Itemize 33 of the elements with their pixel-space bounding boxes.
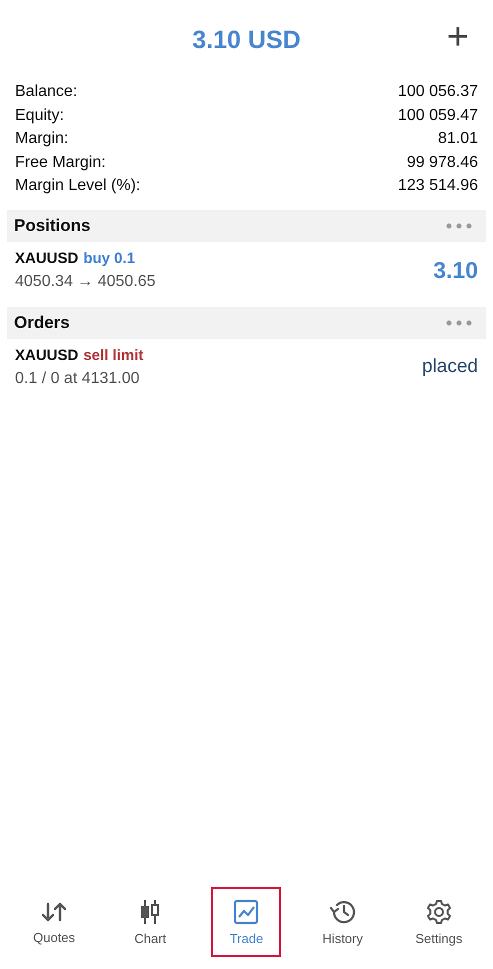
- tab[interactable]: Chart: [115, 887, 186, 957]
- section-title: Positions: [14, 216, 91, 236]
- summary-value: 81.01: [438, 129, 478, 149]
- order-status: placed: [422, 356, 478, 378]
- trade-type: buy 0.1: [83, 250, 136, 266]
- symbol: XAUUSD: [15, 250, 78, 266]
- profit-total: 3.10 USD: [192, 26, 301, 54]
- price-info: 0.1 / 0 at 4131.00: [15, 370, 141, 388]
- summary-label: Margin:: [15, 129, 68, 149]
- line-chart-icon: [233, 898, 260, 924]
- summary-value: 123 514.96: [398, 176, 478, 196]
- summary-label: Balance:: [15, 82, 78, 102]
- candlestick-icon: [139, 898, 162, 924]
- price-info: 4050.34 → 4050.65: [15, 272, 156, 290]
- summary-value: 99 978.46: [406, 152, 478, 172]
- more-icon[interactable]: [446, 320, 472, 326]
- history-icon: [328, 898, 357, 924]
- trade-type: sell limit: [83, 346, 144, 364]
- tab[interactable]: Settings: [404, 887, 474, 957]
- symbol: XAUUSD: [15, 346, 78, 364]
- settings-icon: [426, 898, 452, 924]
- section-title: Orders: [14, 312, 70, 332]
- add-button[interactable]: +: [446, 18, 469, 56]
- tab[interactable]: Trade: [211, 887, 282, 957]
- profit-value: 3.10: [433, 256, 478, 284]
- summary-label: Margin Level (%):: [15, 176, 140, 196]
- summary-value: 100 059.47: [398, 106, 478, 126]
- summary-value: 100 056.37: [398, 82, 478, 102]
- tab[interactable]: History: [308, 887, 378, 957]
- summary-label: Equity:: [15, 106, 64, 126]
- summary-label: Free Margin:: [15, 152, 106, 172]
- tab[interactable]: Quotes: [19, 887, 90, 957]
- more-icon[interactable]: [446, 222, 472, 228]
